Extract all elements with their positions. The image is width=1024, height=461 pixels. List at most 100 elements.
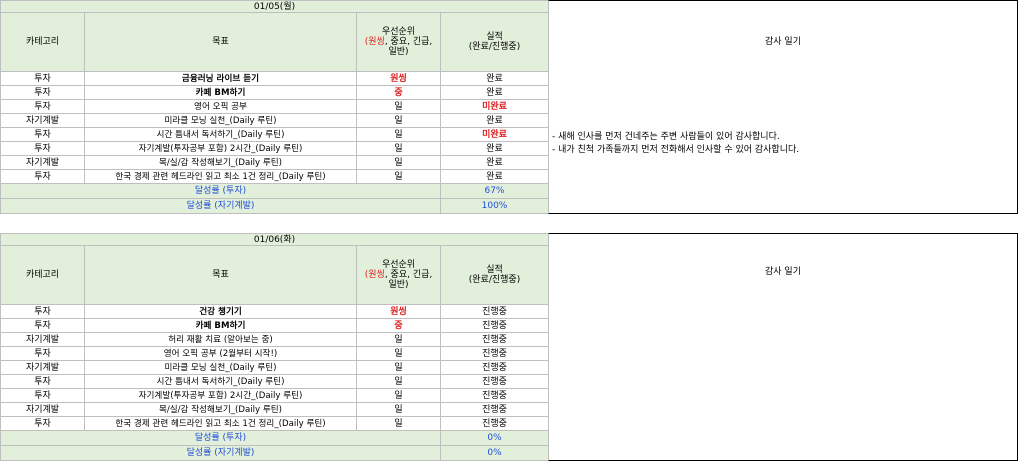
achievement-label[interactable]: 달성률 (투자) [0,430,441,446]
result-cell[interactable]: 완료 [440,113,549,128]
category-cell[interactable]: 투자 [0,99,85,114]
goal-cell[interactable]: 한국 경제 관련 헤드라인 읽고 최소 1건 정리_(Daily 루틴) [84,169,357,184]
priority-cell[interactable]: 원씽 [356,71,441,86]
priority-cell[interactable]: 일 [356,416,441,431]
result-cell[interactable]: 미완료 [440,127,549,142]
category-cell[interactable]: 투자 [0,169,85,184]
table-row: 투자 영어 오픽 공부 일 미완료 [0,99,549,114]
goal-cell[interactable]: 시간 틈내서 독서하기_(Daily 루틴) [84,127,357,142]
category-cell[interactable]: 투자 [0,85,85,100]
goal-cell[interactable]: 자기계발(투자공부 포함) 2시간_(Daily 루틴) [84,141,357,156]
category-cell[interactable]: 자기계발 [0,113,85,128]
category-cell[interactable]: 투자 [0,141,85,156]
priority-cell[interactable]: 일 [356,360,441,375]
result-cell[interactable]: 진행중 [440,374,549,389]
category-cell[interactable]: 투자 [0,388,85,403]
category-cell[interactable]: 자기계발 [0,332,85,347]
achievement-value[interactable]: 0% [440,445,549,461]
category-cell[interactable]: 투자 [0,416,85,431]
result-cell[interactable]: 미완료 [440,99,549,114]
achievement-label[interactable]: 달성률 (자기계발) [0,198,441,214]
goal-cell[interactable]: 건강 챙기기 [84,304,357,319]
result-subtitle: (완료/진행중) [468,275,521,285]
priority-cell[interactable]: 일 [356,388,441,403]
priority-cell[interactable]: 일 [356,374,441,389]
column-header-priority[interactable]: 우선순위 (원씽, 중요, 긴급, 일반) [356,245,441,305]
gratitude-diary[interactable]: 감사 일기 [548,233,1018,461]
goal-cell[interactable]: 목/실/감 작성해보기_(Daily 루틴) [84,402,357,417]
category-cell[interactable]: 투자 [0,304,85,319]
table-row: 투자 시간 틈내서 독서하기_(Daily 루틴) 일 미완료 [0,127,549,142]
column-header-category[interactable]: 카테고리 [0,12,85,72]
priority-cell[interactable]: 중 [356,85,441,100]
goal-cell[interactable]: 한국 경제 관련 헤드라인 읽고 최소 1건 정리_(Daily 루틴) [84,416,357,431]
result-cell[interactable]: 진행중 [440,346,549,361]
goal-cell[interactable]: 카페 BM하기 [84,85,357,100]
priority-cell[interactable]: 일 [356,346,441,361]
category-cell[interactable]: 투자 [0,127,85,142]
achievement-label[interactable]: 달성률 (투자) [0,183,441,199]
achievement-row: 달성률 (자기계발) 100% [0,198,549,214]
table-row: 투자 영어 오픽 공부 (2월부터 시작!) 일 진행중 [0,346,549,361]
goal-cell[interactable]: 금융러닝 라이브 듣기 [84,71,357,86]
category-cell[interactable]: 투자 [0,318,85,333]
category-cell[interactable]: 자기계발 [0,360,85,375]
goal-cell[interactable]: 시간 틈내서 독서하기_(Daily 루틴) [84,374,357,389]
gratitude-diary[interactable]: 감사 일기 - 새해 인사를 먼저 건네주는 주변 사람들이 있어 감사합니다. -… [548,0,1018,214]
category-cell[interactable]: 투자 [0,374,85,389]
result-cell[interactable]: 진행중 [440,416,549,431]
achievement-value[interactable]: 100% [440,198,549,214]
result-subtitle: (완료/진행중) [468,42,521,52]
result-cell[interactable]: 완료 [440,71,549,86]
priority-options: , 중요, 긴급, [384,270,433,280]
table-row: 자기계발 허리 재활 치료 (알아보는 중) 일 진행중 [0,332,549,347]
goal-cell[interactable]: 미라클 모닝 실천_(Daily 루틴) [84,113,357,128]
result-cell[interactable]: 완료 [440,85,549,100]
result-cell[interactable]: 진행중 [440,360,549,375]
goal-cell[interactable]: 영어 오픽 공부 [84,99,357,114]
priority-cell[interactable]: 일 [356,332,441,347]
goal-cell[interactable]: 미라클 모닝 실천_(Daily 루틴) [84,360,357,375]
column-header-result[interactable]: 실적 (완료/진행중) [440,12,549,72]
column-header-priority[interactable]: 우선순위 (원씽, 중요, 긴급, 일반) [356,12,441,72]
priority-cell[interactable]: 일 [356,99,441,114]
result-cell[interactable]: 진행중 [440,304,549,319]
table-row: 자기계발 목/실/감 작성해보기_(Daily 루틴) 일 진행중 [0,402,549,417]
date-header[interactable]: 01/06(화) [0,233,549,246]
diary-header: 감사 일기 [765,267,801,277]
goal-cell[interactable]: 허리 재활 치료 (알아보는 중) [84,332,357,347]
priority-cell[interactable]: 일 [356,169,441,184]
result-cell[interactable]: 진행중 [440,318,549,333]
column-header-goal[interactable]: 목표 [84,245,357,305]
result-cell[interactable]: 완료 [440,155,549,170]
goal-cell[interactable]: 목/실/감 작성해보기_(Daily 루틴) [84,155,357,170]
achievement-label[interactable]: 달성률 (자기계발) [0,445,441,461]
category-cell[interactable]: 자기계발 [0,402,85,417]
priority-cell[interactable]: 일 [356,127,441,142]
column-header-goal[interactable]: 목표 [84,12,357,72]
table-row: 자기계발 미라클 모닝 실천_(Daily 루틴) 일 완료 [0,113,549,128]
priority-cell[interactable]: 원씽 [356,304,441,319]
result-cell[interactable]: 완료 [440,141,549,156]
category-cell[interactable]: 자기계발 [0,155,85,170]
achievement-value[interactable]: 67% [440,183,549,199]
date-header[interactable]: 01/05(월) [0,0,549,13]
diary-header: 감사 일기 [765,37,801,47]
goal-cell[interactable]: 카페 BM하기 [84,318,357,333]
achievement-value[interactable]: 0% [440,430,549,446]
goal-cell[interactable]: 자기계발(투자공부 포함) 2시간_(Daily 루틴) [84,388,357,403]
goal-cell[interactable]: 영어 오픽 공부 (2월부터 시작!) [84,346,357,361]
priority-cell[interactable]: 일 [356,402,441,417]
result-cell[interactable]: 진행중 [440,332,549,347]
column-header-result[interactable]: 실적 (완료/진행중) [440,245,549,305]
priority-cell[interactable]: 일 [356,141,441,156]
column-header-category[interactable]: 카테고리 [0,245,85,305]
result-cell[interactable]: 진행중 [440,388,549,403]
priority-cell[interactable]: 일 [356,155,441,170]
priority-cell[interactable]: 일 [356,113,441,128]
result-cell[interactable]: 진행중 [440,402,549,417]
priority-cell[interactable]: 중 [356,318,441,333]
category-cell[interactable]: 투자 [0,71,85,86]
category-cell[interactable]: 투자 [0,346,85,361]
result-cell[interactable]: 완료 [440,169,549,184]
